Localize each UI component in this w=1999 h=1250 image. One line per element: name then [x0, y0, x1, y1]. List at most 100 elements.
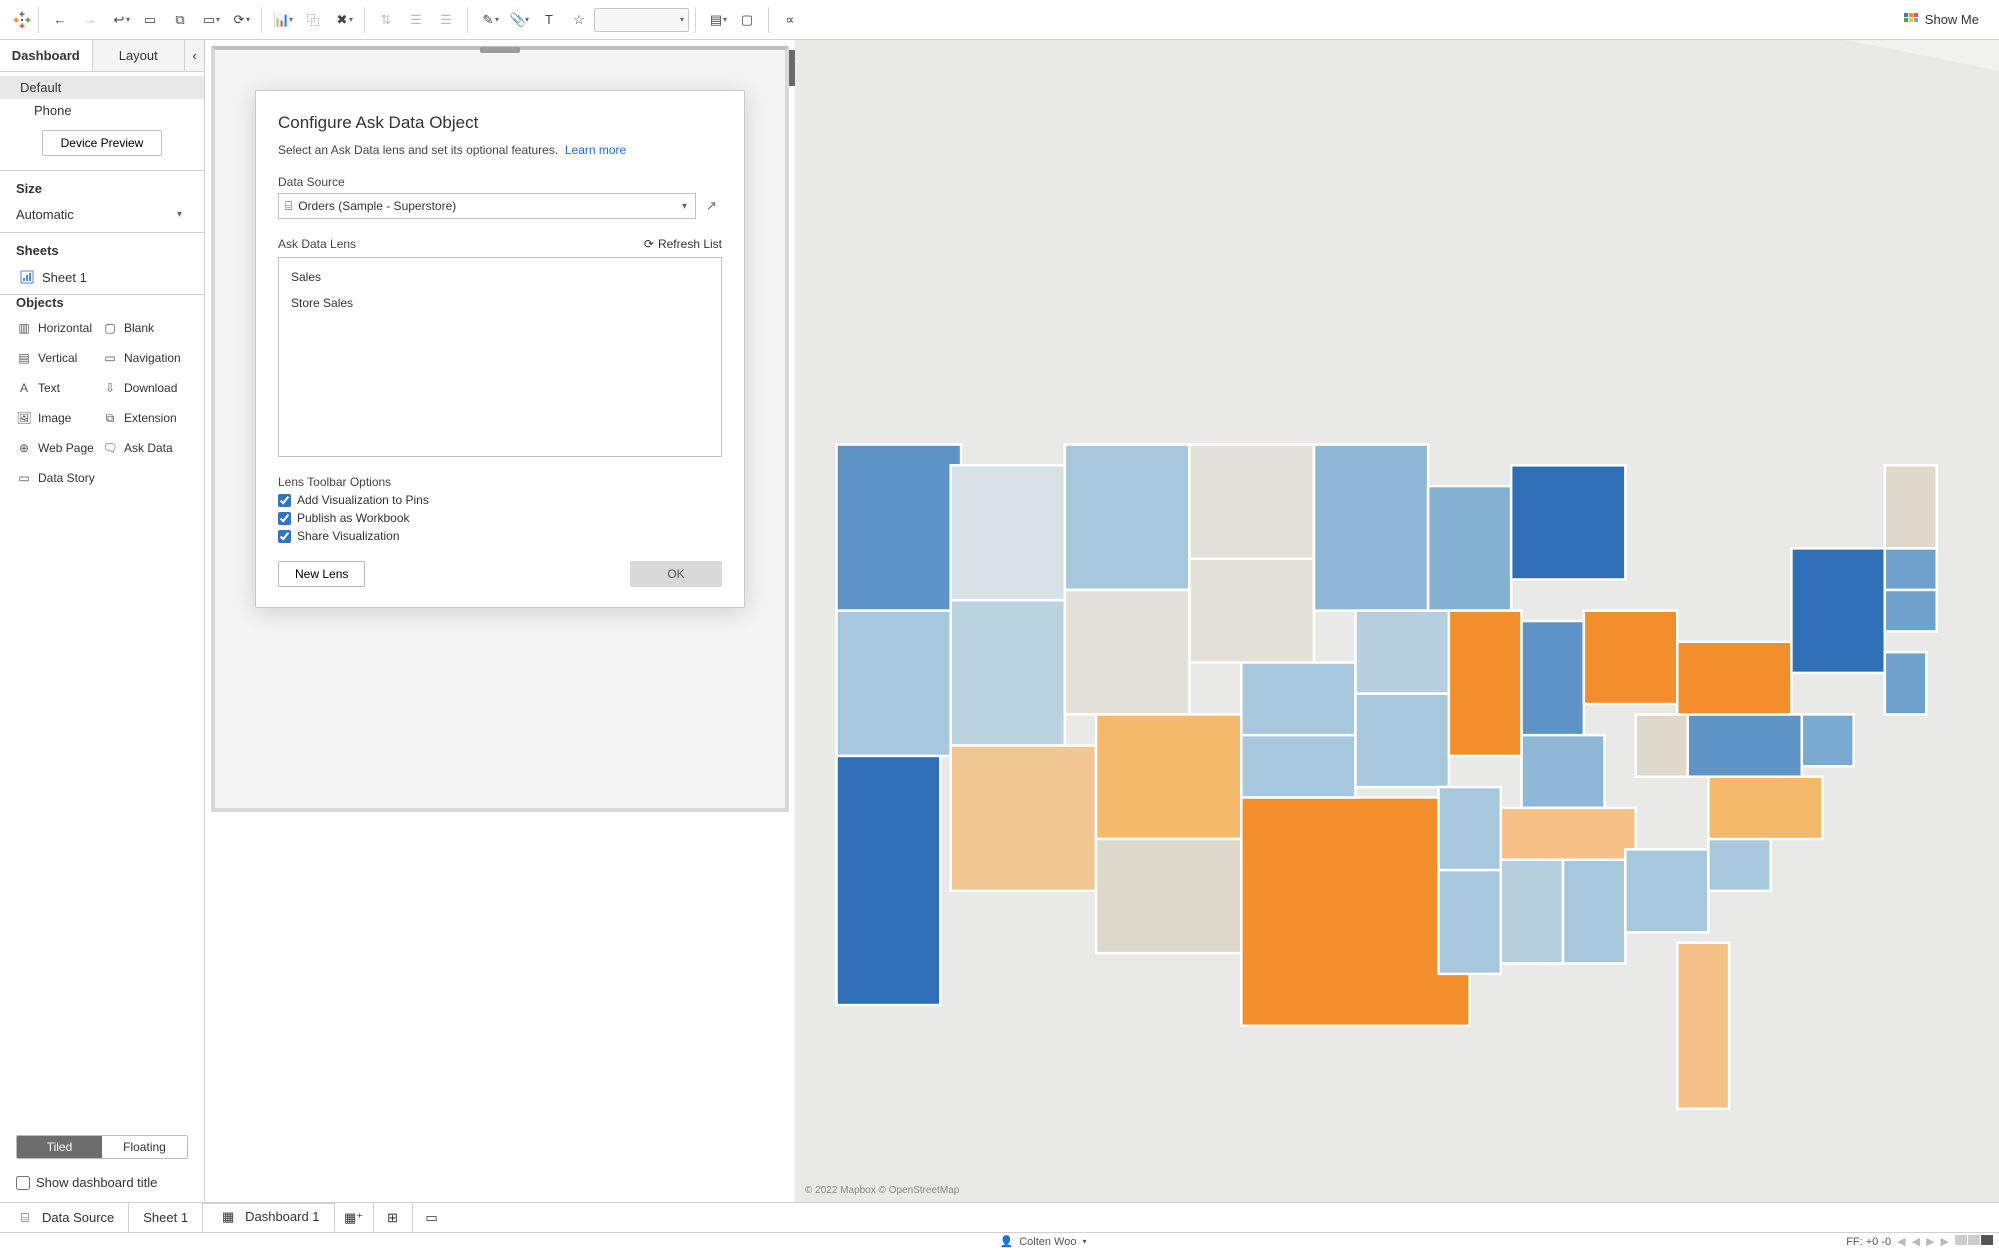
left-panel: Dashboard Layout ‹ Default Phone Device … — [0, 40, 205, 1202]
obj-download[interactable]: ⇩Download — [102, 376, 188, 400]
show-me-label: Show Me — [1925, 12, 1979, 27]
obj-askdata-label: Ask Data — [124, 441, 173, 455]
fit-button[interactable]: ▤▾ — [702, 5, 732, 35]
obj-blank[interactable]: ▢Blank — [102, 316, 188, 340]
lens-label: Ask Data Lens — [278, 237, 356, 251]
tab-dashboard1[interactable]: ▦ Dashboard 1 — [203, 1203, 334, 1232]
obj-askdata[interactable]: 🗨︎Ask Data — [102, 436, 188, 460]
ff-status: FF: +0 -0 — [1846, 1236, 1891, 1248]
share-icon[interactable]: ∝ — [775, 5, 805, 35]
opt-pins-label: Add Visualization to Pins — [297, 493, 429, 507]
ds-label: Data Source — [278, 175, 722, 189]
tab-sheet1[interactable]: Sheet 1 — [129, 1203, 203, 1232]
sort-asc-button[interactable]: ☰ — [401, 5, 431, 35]
tab-dashboard-label: Dashboard — [12, 48, 80, 63]
sort-desc-button[interactable]: ☰ — [431, 5, 461, 35]
tab-dashboard[interactable]: Dashboard — [0, 40, 92, 71]
save-button[interactable]: ▭ — [135, 5, 165, 35]
obj-webpage[interactable]: ⊕Web Page — [16, 436, 102, 460]
device-phone[interactable]: Phone — [0, 99, 204, 122]
tab-dashboard1-label: Dashboard 1 — [245, 1209, 319, 1224]
obj-blank-label: Blank — [124, 321, 154, 335]
obj-datastory[interactable]: ▭Data Story — [16, 466, 102, 490]
toolbar-combo[interactable]: ▾ — [594, 8, 689, 32]
forward-button[interactable]: → — [75, 5, 105, 35]
toggle-tiled[interactable]: Tiled — [17, 1136, 102, 1158]
user-name: Colten Woo — [1019, 1236, 1076, 1248]
dashboard-icon: ▦ — [217, 1209, 239, 1225]
opt-share-checkbox[interactable] — [278, 530, 291, 543]
obj-image[interactable]: 🖼︎Image — [16, 406, 102, 430]
new-dashboard-tab[interactable]: ⊞ — [374, 1203, 413, 1232]
swap-button[interactable]: ⇅ — [371, 5, 401, 35]
show-me-button[interactable]: Show Me — [1889, 12, 1993, 28]
show-me-icon — [1903, 12, 1919, 28]
view-mode-toggle[interactable] — [1955, 1235, 1993, 1248]
opt-pins-checkbox[interactable] — [278, 494, 291, 507]
tab-data-source[interactable]: ⌸ Data Source — [0, 1203, 129, 1232]
obj-navigation[interactable]: ▭Navigation — [102, 346, 188, 370]
device-default[interactable]: Default — [0, 76, 204, 99]
new-worksheet-button[interactable]: 📊▾ — [268, 5, 298, 35]
sheet-item[interactable]: Sheet 1 — [16, 264, 188, 290]
refresh-icon: ⟳ — [644, 237, 654, 251]
back-button[interactable]: ← — [45, 5, 75, 35]
clear-button[interactable]: ✖︎▾ — [328, 5, 358, 35]
user-menu[interactable]: 👤 Colten Woo ▾ — [1000, 1235, 1087, 1248]
lens-item[interactable]: Sales — [279, 264, 721, 290]
presentation-button[interactable]: ▢ — [732, 5, 762, 35]
sheet-tabs-bar: ⌸ Data Source Sheet 1 ▦ Dashboard 1 ▦⁺ ⊞… — [0, 1202, 1999, 1232]
highlight-button[interactable]: ✎▾ — [474, 5, 504, 35]
tab-data-source-label: Data Source — [42, 1210, 114, 1225]
tab-layout[interactable]: Layout — [92, 40, 185, 71]
dialog-title: Configure Ask Data Object — [278, 113, 722, 133]
ok-button[interactable]: OK — [630, 561, 722, 587]
opt-workbook-checkbox[interactable] — [278, 512, 291, 525]
refresh-button[interactable]: ⟳▾ — [225, 5, 255, 35]
external-link-icon[interactable]: ↗ — [706, 198, 722, 214]
new-worksheet-tab[interactable]: ▦⁺ — [335, 1203, 374, 1232]
obj-vertical-label: Vertical — [38, 351, 77, 365]
pause-button[interactable]: ▭▾ — [195, 5, 225, 35]
obj-text-label: Text — [38, 381, 60, 395]
map-view[interactable]: Profit -25,729 76,381 Canada United Stat… — [795, 40, 1999, 1202]
opt-share-label: Share Visualization — [297, 529, 400, 543]
obj-text[interactable]: AText — [16, 376, 102, 400]
new-story-tab[interactable]: ▭ — [413, 1203, 451, 1232]
obj-webpage-label: Web Page — [38, 441, 94, 455]
obj-horizontal-label: Horizontal — [38, 321, 92, 335]
map-svg — [795, 40, 1999, 1202]
obj-horizontal[interactable]: ▥Horizontal — [16, 316, 102, 340]
map-attribution: © 2022 Mapbox © OpenStreetMap — [805, 1185, 959, 1196]
obj-extension-label: Extension — [124, 411, 177, 425]
objects-title: Objects — [16, 295, 188, 310]
learn-more-link[interactable]: Learn more — [565, 143, 626, 157]
toggle-floating[interactable]: Floating — [102, 1136, 187, 1158]
data-source-select[interactable]: ⌸ Orders (Sample - Superstore) — [278, 193, 696, 219]
dashboard-canvas[interactable]: ✕ ▾ Configure Ask Data Object Select an … — [211, 46, 789, 812]
collapse-panel-button[interactable]: ‹ — [184, 40, 204, 71]
user-icon: 👤 — [1000, 1235, 1014, 1248]
text-button[interactable]: T — [534, 5, 564, 35]
attachment-button[interactable]: 📎▾ — [504, 5, 534, 35]
device-preview-button[interactable]: Device Preview — [42, 130, 162, 156]
sheet-icon — [18, 268, 36, 286]
undo-redo-button[interactable]: ↩︎▾ — [105, 5, 135, 35]
opt-workbook-label: Publish as Workbook — [297, 511, 410, 525]
size-select[interactable]: Automatic ▾ — [16, 202, 188, 228]
obj-extension[interactable]: ⧉Extension — [102, 406, 188, 430]
lens-item[interactable]: Store Sales — [279, 290, 721, 316]
cylinder-icon: ⌸ — [14, 1210, 36, 1226]
tableau-logo — [12, 10, 32, 30]
new-lens-button[interactable]: New Lens — [278, 561, 365, 587]
star-button[interactable]: ☆ — [564, 5, 594, 35]
options-title: Lens Toolbar Options — [278, 475, 722, 489]
lens-list: Sales Store Sales — [278, 257, 722, 457]
refresh-list-button[interactable]: ⟳ Refresh List — [644, 237, 722, 251]
new-datasource-button[interactable]: ⧉ — [165, 5, 195, 35]
duplicate-button[interactable]: ⿻ — [298, 5, 328, 35]
obj-vertical[interactable]: ▤Vertical — [16, 346, 102, 370]
ask-data-dialog: Configure Ask Data Object Select an Ask … — [255, 90, 745, 608]
show-title-checkbox[interactable] — [16, 1176, 30, 1190]
status-bar: 👤 Colten Woo ▾ FF: +0 -0 ◀◀▶▶ — [0, 1232, 1999, 1250]
